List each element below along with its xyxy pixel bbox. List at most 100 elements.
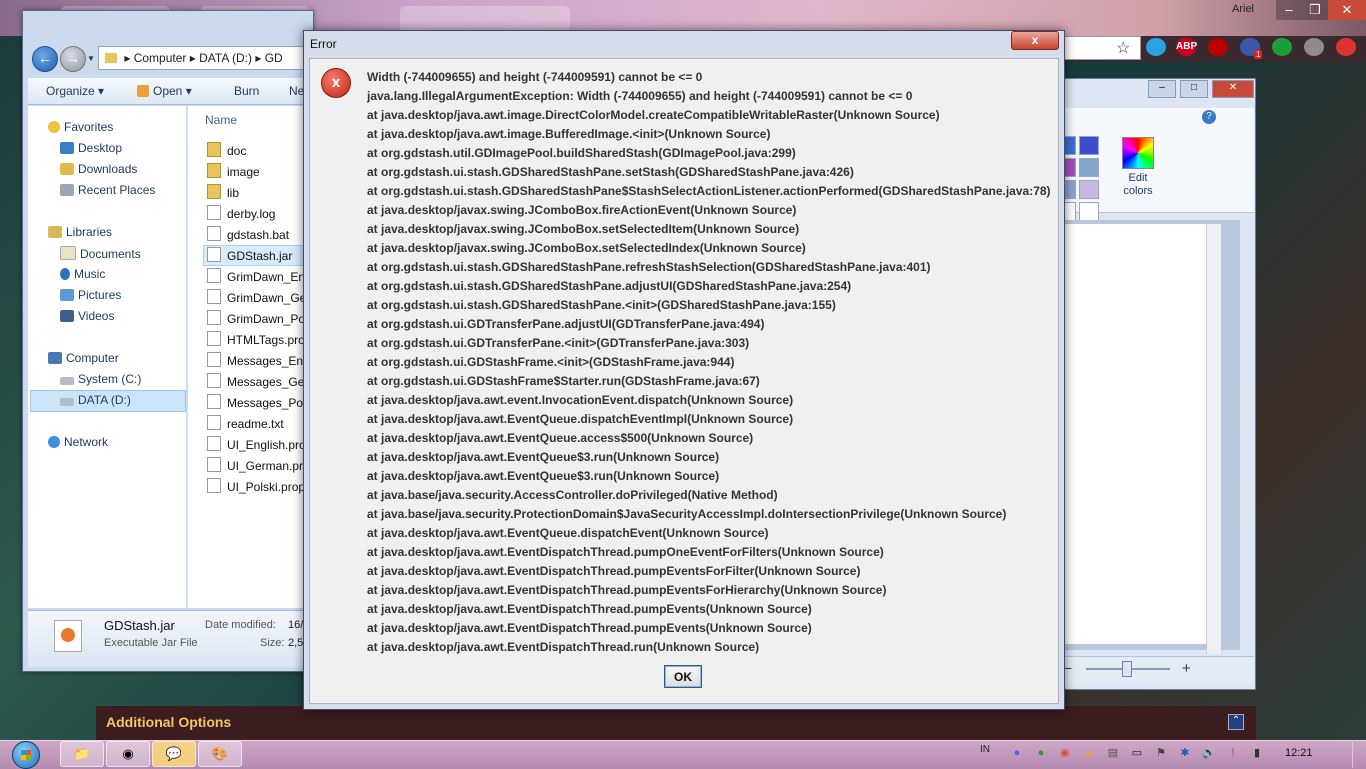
paint-close-button[interactable]: ✕ [1212,80,1254,98]
volume-icon[interactable]: 🔊 [1202,746,1216,760]
chat-icon[interactable]: ● [1034,746,1048,760]
dialog-close-button[interactable]: x [1011,31,1059,50]
forward-button[interactable]: → [60,46,86,72]
bluetooth-icon[interactable]: ✱ [1178,746,1192,760]
star-icon [48,121,60,133]
edit-colors-label[interactable]: Edit colors [1116,172,1160,198]
nav-documents[interactable]: Documents [60,246,141,261]
file-list-item[interactable]: GrimDawn_Po [207,310,312,326]
chrome-icon[interactable]: ◉ [1058,746,1072,760]
back-button[interactable]: ← [32,46,58,72]
file-icon [207,226,221,241]
color-swatch[interactable] [1079,136,1099,155]
nav-music[interactable]: Music [60,267,105,281]
language-indicator[interactable]: IN [980,744,990,755]
nav-favorites[interactable]: Favorites [48,120,113,134]
open-menu[interactable]: Open ▾ [137,84,192,98]
show-desktop-button[interactable] [1352,740,1366,768]
file-list-item[interactable]: Messages_Eng [207,352,312,368]
breadcrumb-data-drive[interactable]: DATA (D:) [199,51,252,65]
address-breadcrumb[interactable]: ▸ Computer ▸ DATA (D:) ▸ GD [98,46,310,70]
nav-downloads[interactable]: Downloads [60,162,137,176]
file-list-item[interactable]: GrimDawn_Eng [207,268,312,284]
file-list-item[interactable]: UI_Polski.prop [207,478,312,494]
bookmark-star-icon[interactable]: ☆ [1116,38,1130,58]
play-icon[interactable] [1272,38,1292,56]
file-list-item[interactable]: Messages_Ger [207,373,312,389]
chrome-taskbar-button[interactable]: ◉ [106,741,150,767]
restore-button[interactable]: ❐ [1302,0,1328,20]
paint-canvas[interactable] [1060,224,1208,644]
breadcrumb-separator[interactable]: ▸ [190,51,199,65]
organize-menu[interactable]: Organize ▾ [46,84,104,98]
file-list-item[interactable]: doc [207,142,312,158]
stack-trace-line: at org.gdstash.ui.stash.GDSharedStashPan… [367,298,836,312]
breadcrumb-computer[interactable]: Computer [134,51,187,65]
cloud-icon[interactable] [1304,38,1324,56]
recent-pages-icon[interactable]: ▼ [87,54,95,63]
file-list-item[interactable]: derby.log [207,205,312,221]
breadcrumb-separator[interactable]: ▸ [255,51,264,65]
signal-icon[interactable]: ▮ [1250,746,1264,760]
flag-icon[interactable]: ⚑ [1154,746,1168,760]
nav-system-drive[interactable]: System (C:) [60,372,141,386]
file-icon [207,394,221,409]
file-list-item[interactable]: gdstash.bat [207,226,312,242]
file-list-item[interactable]: lib [207,184,312,200]
column-header-name[interactable]: Name [205,113,237,127]
update-icon[interactable]: ▲ [1082,746,1096,760]
breadcrumb-gd[interactable]: GD [265,51,283,65]
explorer-taskbar-button[interactable]: 📁 [60,741,104,767]
file-list-item[interactable]: readme.txt [207,415,312,431]
nav-pictures[interactable]: Pictures [60,288,121,302]
collapse-icon[interactable]: ⌃ [1228,714,1244,730]
color-swatch[interactable] [1079,180,1099,199]
file-list-item[interactable]: HTMLTags.pro [207,331,312,347]
edit-colors-icon[interactable] [1122,137,1154,169]
usb-icon[interactable]: ▤ [1106,746,1120,760]
clock[interactable]: 12:21 [1285,747,1313,759]
burn-button[interactable]: Burn [234,84,259,98]
file-list-item[interactable]: UI_German.pro [207,457,312,473]
file-list-item[interactable]: image [207,163,312,179]
adblock-plus-icon[interactable]: ABP [1176,38,1197,56]
close-button[interactable]: ✕ [1328,0,1366,20]
file-list-item[interactable]: UI_English.pro [207,436,312,452]
breadcrumb-separator[interactable]: ▸ [124,51,133,65]
nav-network[interactable]: Network [48,435,108,449]
color-swatch[interactable] [1079,158,1099,177]
ublock-icon[interactable] [1208,38,1228,56]
chat-taskbar-button[interactable]: 💬 [152,741,196,767]
ok-button[interactable]: OK [664,665,702,688]
nav-computer[interactable]: Computer [48,351,119,365]
zoom-slider-thumb[interactable] [1122,661,1132,677]
paint-taskbar-button[interactable]: 🎨 [198,741,242,767]
minimize-button[interactable]: – [1276,0,1302,20]
nav-libraries[interactable]: Libraries [48,225,112,239]
folder-icon [207,163,221,178]
file-list-item[interactable]: GrimDawn_Ge [207,289,312,305]
alert-icon[interactable]: ! [1226,746,1240,760]
start-button[interactable] [12,741,40,769]
discord-icon[interactable]: ● [1010,746,1024,760]
file-list-item[interactable]: GDStash.jar [207,247,312,263]
file-list-item[interactable]: Messages_Pols [207,394,312,410]
paint-maximize-button[interactable]: □ [1180,80,1208,98]
scrollbar[interactable] [1206,224,1221,654]
nav-desktop[interactable]: Desktop [60,141,122,155]
nav-videos[interactable]: Videos [60,309,114,323]
file-icon [207,373,221,388]
nav-recent-places[interactable]: Recent Places [60,183,155,197]
help-icon[interactable]: ? [1202,110,1216,124]
zoom-out-button[interactable]: − [1064,660,1072,676]
account-name[interactable]: Ariel [1232,3,1254,15]
browser-tab[interactable] [400,6,570,30]
monitor-icon[interactable]: ▭ [1130,746,1144,760]
nav-data-drive[interactable]: DATA (D:) [60,393,131,407]
paint-minimize-button[interactable]: – [1148,80,1176,98]
arrow-up-icon[interactable] [1336,38,1356,56]
pinwheel-icon[interactable] [1146,38,1166,56]
zoom-in-button[interactable]: + [1182,660,1191,677]
color-swatch[interactable] [1079,202,1099,221]
additional-options-title[interactable]: Additional Options [106,714,231,730]
